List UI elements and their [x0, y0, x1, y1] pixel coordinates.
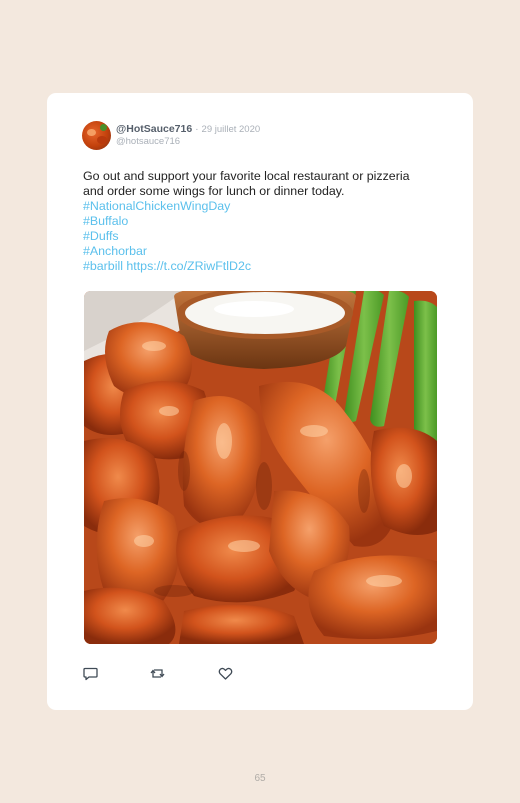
tweet-card: @HotSauce716 · 29 juillet 2020 @hotsauce… — [47, 93, 473, 710]
tweet-text-line: and order some wings for lunch or dinner… — [83, 184, 345, 198]
hashtag-link[interactable]: #barbill — [83, 259, 123, 273]
heart-icon[interactable] — [218, 666, 233, 681]
tweet-header: @HotSauce716 · 29 juillet 2020 — [116, 123, 260, 136]
user-handle[interactable]: @hotsauce716 — [116, 136, 180, 147]
hashtag-link[interactable]: #Anchorbar — [83, 244, 453, 259]
header-separator: · — [195, 123, 199, 135]
username[interactable]: @HotSauce716 — [116, 123, 192, 135]
tweet-photo-chicken-wings[interactable] — [84, 291, 437, 644]
retweet-icon[interactable] — [150, 666, 165, 681]
hashtag-link[interactable]: #Buffalo — [83, 214, 453, 229]
page-number: 65 — [254, 773, 266, 784]
reply-icon[interactable] — [83, 666, 98, 681]
hashtag-link[interactable]: #NationalChickenWingDay — [83, 199, 453, 214]
hashtag-link[interactable]: #Duffs — [83, 229, 453, 244]
tweet-date[interactable]: 29 juillet 2020 — [202, 124, 261, 135]
url-link[interactable]: https://t.co/ZRiwFtlD2c — [126, 259, 251, 273]
avatar[interactable] — [82, 121, 111, 150]
tweet-text-line: Go out and support your favorite local r… — [83, 169, 410, 183]
tweet-text: Go out and support your favorite local r… — [83, 169, 453, 274]
